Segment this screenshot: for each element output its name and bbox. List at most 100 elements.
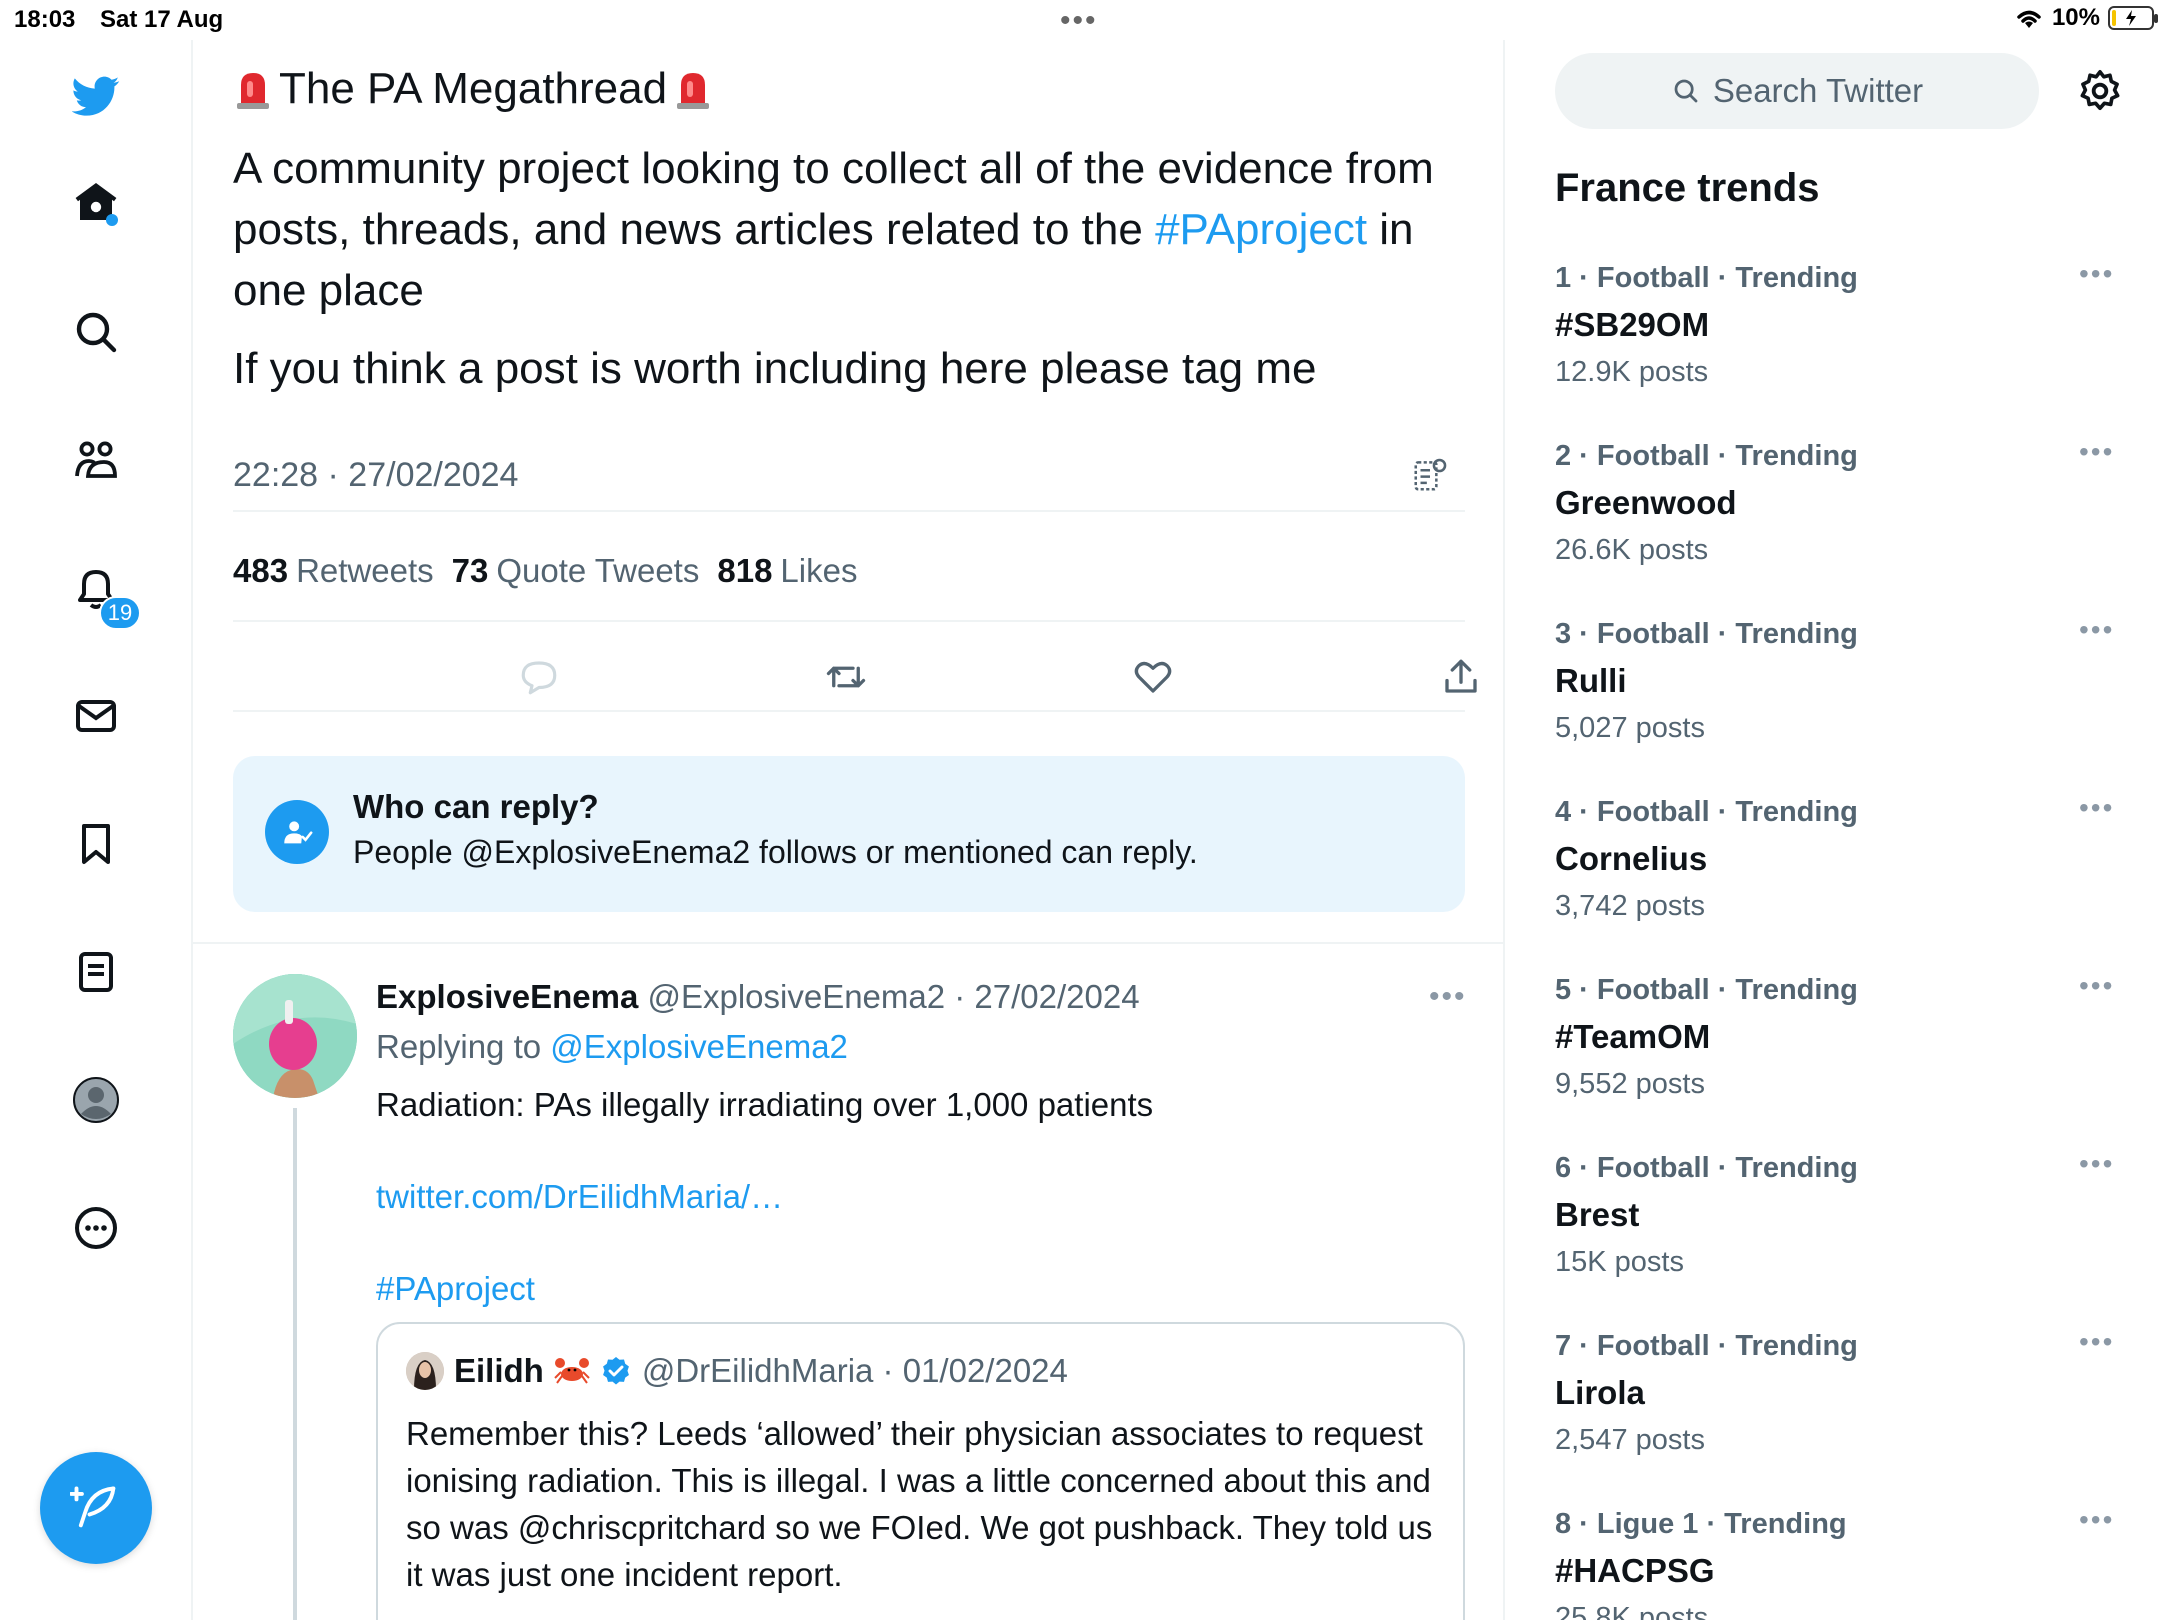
right-sidebar: Search Twitter France trends 1 · Footbal… [1505,40,2160,1620]
trend-posts: 2,547 posts [1555,1424,1705,1456]
mail-icon [76,700,116,732]
trend-posts: 25.8K posts [1555,1602,1709,1620]
siren-emoji-icon [233,67,273,111]
user-check-icon [265,800,329,864]
quoted-tweet-header: Eilidh @DrEilidhMaria · 01/02/2024 [406,1352,1068,1390]
search-input[interactable]: Search Twitter [1555,53,2039,129]
likes-stat[interactable]: 818 Likes [717,552,857,590]
trend-item[interactable]: 4 · Football · Trending Cornelius 3,742 … [1555,792,2125,966]
trend-more-options-icon[interactable]: ••• [2079,1326,2114,1358]
trend-more-options-icon[interactable]: ••• [2079,1504,2114,1536]
trend-meta: 8 · Ligue 1 · Trending [1555,1508,1847,1540]
tweet-detail: The PA Megathread A community project lo… [193,40,1505,1620]
trend-posts: 5,027 posts [1555,712,1705,744]
nav-lists[interactable] [66,942,126,1002]
retweet-button[interactable] [821,652,871,702]
nav-more[interactable] [66,1198,126,1258]
divider [233,510,1465,512]
trend-more-options-icon[interactable]: ••• [2079,970,2114,1002]
reply-author-name[interactable]: ExplosiveEnema [376,978,638,1015]
home-unread-dot [106,214,118,226]
share-button[interactable] [1436,652,1486,702]
left-nav: 19 [0,40,193,1620]
quoted-tweet[interactable]: Eilidh @DrEilidhMaria · 01/02/2024 Remem… [376,1322,1465,1620]
quote-tweets-stat[interactable]: 73 Quote Tweets [452,552,700,590]
trend-name: Cornelius [1555,840,1708,877]
reply-bubble-icon [521,661,557,695]
trend-more-options-icon[interactable]: ••• [2079,436,2114,468]
communities-icon [75,441,117,478]
reply-button[interactable] [514,652,564,702]
trend-meta: 1 · Football · Trending [1555,262,1858,294]
compose-tweet-button[interactable] [40,1452,152,1564]
multitask-dots-icon[interactable]: ••• [1060,4,1098,38]
avatar [406,1352,444,1390]
compose-quill-icon [70,1486,116,1528]
replying-to-label: Replying to [376,1028,551,1065]
trend-more-options-icon[interactable]: ••• [2079,792,2114,824]
status-time: 18:03 [14,6,76,33]
trend-more-options-icon[interactable]: ••• [2079,1148,2114,1180]
crab-emoji-icon [554,1358,590,1384]
trend-item[interactable]: 3 · Football · Trending Rulli 5,027 post… [1555,614,2125,788]
reply-header: ExplosiveEnema @ExplosiveEnema2 · 27/02/… [376,978,1140,1016]
nav-messages[interactable] [66,686,126,746]
trend-item[interactable]: 2 · Football · Trending Greenwood 26.6K … [1555,436,2125,610]
bookmark-icon [82,824,110,864]
reply-more-options-icon[interactable]: ••• [1429,980,1467,1014]
twitter-logo-icon[interactable] [66,66,126,126]
trend-posts: 15K posts [1555,1246,1684,1278]
battery-percent: 10% [2051,4,2100,31]
trend-item[interactable]: 6 · Football · Trending Brest 15K posts … [1555,1148,2125,1322]
trends-title: France trends [1555,166,1820,210]
verified-badge-icon [602,1357,629,1385]
thread-line [293,1108,297,1620]
trend-posts: 9,552 posts [1555,1068,1705,1100]
trend-meta: 4 · Football · Trending [1555,796,1858,828]
like-button[interactable] [1128,652,1178,702]
tweet-body: A community project looking to collect a… [233,138,1463,399]
trend-posts: 26.6K posts [1555,534,1709,566]
nav-communities[interactable] [66,430,126,490]
siren-emoji-icon [673,67,713,111]
trend-item[interactable]: 7 · Football · Trending Lirola 2,547 pos… [1555,1326,2125,1500]
nav-profile[interactable] [66,1070,126,1130]
trend-meta: 6 · Football · Trending [1555,1152,1858,1184]
nav-explore[interactable] [66,302,126,362]
who-can-reply-card: Who can reply? People @ExplosiveEnema2 f… [233,756,1465,912]
divider [233,620,1465,622]
avatar[interactable] [233,974,357,1098]
trend-name: Rulli [1555,662,1627,699]
gear-icon[interactable] [2077,68,2123,114]
tweet-hashtag-link[interactable]: #PAproject [1155,205,1367,254]
reply-url-link[interactable]: twitter.com/DrEilidhMaria/… [376,1178,783,1216]
replying-to-handle-link[interactable]: @ExplosiveEnema2 [550,1028,848,1065]
quoted-tweet-text: Remember this? Leeds ‘allowed’ their phy… [406,1415,1433,1593]
trend-more-options-icon[interactable]: ••• [2079,614,2114,646]
analytics-icon[interactable] [1411,456,1449,494]
trend-item[interactable]: 8 · Ligue 1 · Trending #HACPSG 25.8K pos… [1555,1504,2125,1620]
nav-bookmarks[interactable] [66,814,126,874]
reply-hashtag-link[interactable]: #PAproject [376,1270,535,1308]
reply-handle-date: @ExplosiveEnema2 · 27/02/2024 [638,978,1140,1015]
list-icon [79,952,113,992]
trend-item[interactable]: 5 · Football · Trending #TeamOM 9,552 po… [1555,970,2125,1144]
replying-to: Replying to @ExplosiveEnema2 [376,1028,848,1066]
wifi-icon [2017,10,2041,28]
trend-name: #HACPSG [1555,1552,1715,1589]
reply-text: Radiation: PAs illegally irradiating ove… [376,1086,1154,1123]
trend-name: Lirola [1555,1374,1645,1411]
retweets-stat[interactable]: 483 Retweets [233,552,434,590]
trend-more-options-icon[interactable]: ••• [2079,258,2114,290]
who-can-reply-subtitle: People @ExplosiveEnema2 follows or menti… [353,834,1198,870]
battery-icon [2108,6,2158,30]
status-bar: 18:03 Sat 17 Aug ••• 10% [0,0,2160,40]
notifications-badge: 19 [99,596,141,630]
trend-item[interactable]: 1 · Football · Trending #SB29OM 12.9K po… [1555,258,2125,432]
retweet-icon [826,666,866,688]
more-circle-icon [75,1207,117,1249]
trend-meta: 2 · Football · Trending [1555,440,1858,472]
tweet-body-line2: If you think a post is worth including h… [233,344,1317,393]
tweet-timestamp[interactable]: 22:28 · 27/02/2024 [233,456,518,495]
trend-meta: 3 · Football · Trending [1555,618,1858,650]
